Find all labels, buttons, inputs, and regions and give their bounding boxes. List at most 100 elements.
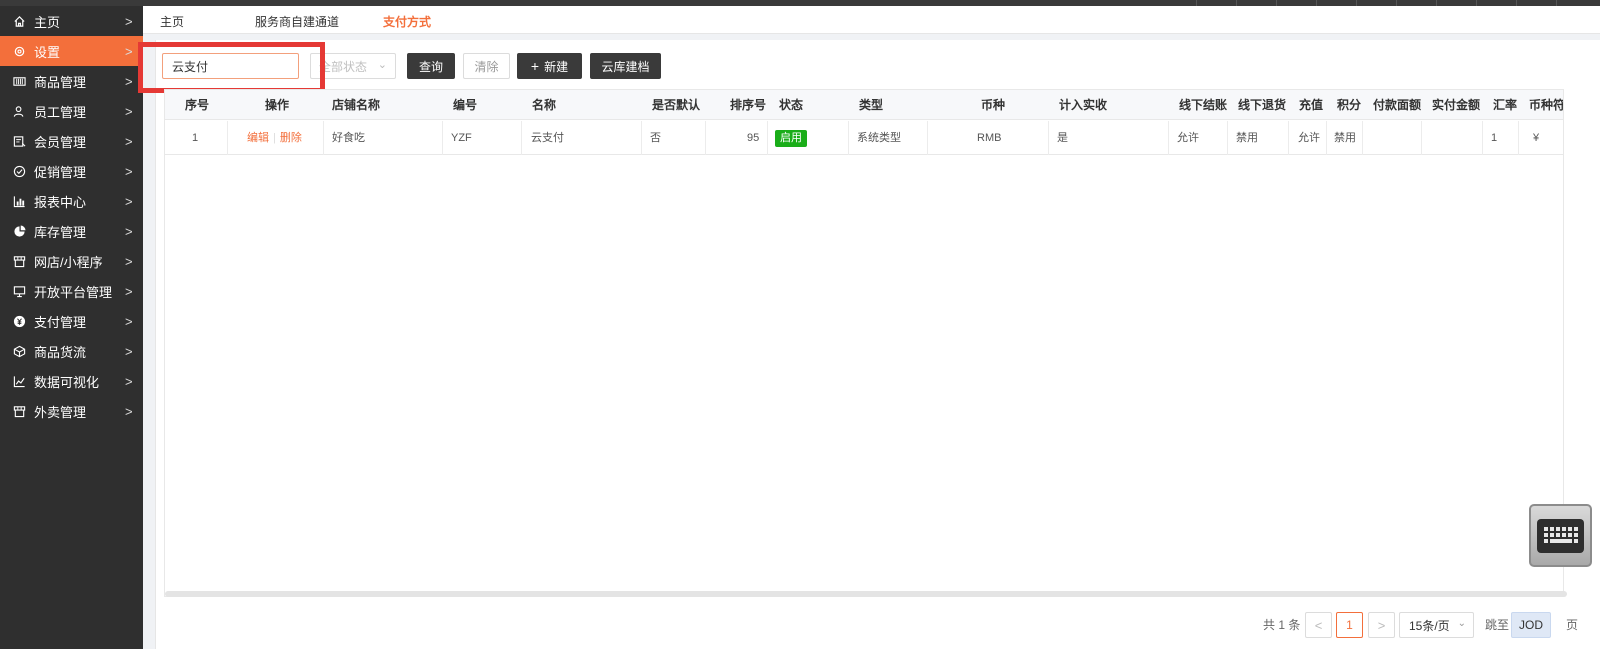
sidebar-item-goods-flow[interactable]: 商品货流 > [0,336,143,366]
page-number-button[interactable]: 1 [1336,612,1363,638]
col-header-currency-symbol: 币种符号 [1529,98,1564,112]
prev-page-button[interactable]: < [1305,612,1332,638]
col-header-type: 类型 [859,98,884,112]
col-header-paid-amount: 实付金额 [1432,98,1481,112]
sidebar-item-label: 商品管理 [34,74,87,90]
cell-default: 否 [650,132,661,144]
tab-bar: 主页 服务商自建通道 支付方式 [143,6,1600,34]
table-header: 序号 操作 店铺名称 编号 名称 是否默认 排序号 状态 类型 币种 计入实收 … [165,90,1564,120]
cell-index: 1 [192,132,199,144]
sidebar-item-inventory[interactable]: 库存管理 > [0,216,143,246]
keyboard-icon-face [1537,518,1584,553]
cell-divider [1518,121,1519,155]
cell-code: YZF [451,132,472,144]
total-count: 共 1 条 [1263,618,1301,632]
action-separator: | [273,132,276,144]
sidebar-item-label: 设置 [34,44,61,60]
cell-divider [1048,121,1049,155]
sidebar-item-members[interactable]: 会员管理 > [0,126,143,156]
chevron-right-icon: > [125,163,133,179]
cell-divider [848,121,849,155]
chevron-right-icon: > [125,103,133,119]
col-header-rate: 汇率 [1493,98,1518,112]
cell-points: 禁用 [1334,132,1356,144]
sidebar-item-products[interactable]: 商品管理 > [0,66,143,96]
store-icon [12,254,26,268]
col-header-face-value: 付款面额 [1373,98,1422,112]
chevron-right-icon: > [125,73,133,89]
cell-divider [1421,121,1422,155]
payment-icon [12,314,26,328]
keyboard-icon[interactable] [1529,504,1592,567]
cell-currency: RMB [977,132,1002,144]
chevron-right-icon: > [125,223,133,239]
sidebar-item-settings[interactable]: 设置 > [0,36,143,66]
col-header-currency: 币种 [981,98,1006,112]
horizontal-scrollbar[interactable] [165,591,1567,597]
cell-divider [1227,121,1228,155]
col-header-code: 编号 [453,98,478,112]
tab-payment-methods[interactable]: 支付方式 [383,13,431,30]
edit-link[interactable]: 编辑 [247,132,269,144]
jump-label: 跳至 [1485,618,1510,632]
sidebar-item-label: 主页 [34,14,61,30]
cell-type: 系统类型 [857,132,901,144]
sidebar-item-takeout[interactable]: 外卖管理 > [0,396,143,426]
sidebar-item-staff[interactable]: 员工管理 > [0,96,143,126]
cell-divider [521,121,522,155]
sidebar-item-label: 会员管理 [34,134,87,150]
cloud-archive-button[interactable]: 云库建档 [590,53,661,79]
sidebar-item-payment[interactable]: 支付管理 > [0,306,143,336]
delete-link[interactable]: 删除 [280,132,302,144]
sidebar-item-label: 报表中心 [34,194,87,210]
sidebar-item-online-store[interactable]: 网店/小程序 > [0,246,143,276]
jump-page-input[interactable]: JOD [1511,612,1551,638]
cell-divider [1168,121,1169,155]
col-header-actions: 操作 [265,98,290,112]
home-icon [12,14,26,28]
sidebar-item-home[interactable]: 主页 > [0,6,143,36]
col-header-offline-checkout: 线下结账 [1179,98,1228,112]
page-number-label: 1 [1346,618,1353,632]
page-size-select[interactable]: 15条/页 ⌄ [1399,612,1474,638]
tab-provider-channel[interactable]: 服务商自建通道 [255,13,339,30]
cell-offline-checkout: 允许 [1177,132,1199,144]
col-header-sort: 排序号 [730,98,767,112]
sidebar: 主页 > 设置 > 商品管理 > 员工管理 > 会员管理 > 促销管理 > 报表… [0,6,143,649]
page-size-label: 15条/页 [1409,618,1450,633]
table-row[interactable]: 1 编辑 | 删除 好食吃 YZF 云支付 否 95 启用 系统类型 RMB 是 允… [165,121,1563,155]
sidebar-item-label: 库存管理 [34,224,87,240]
line-chart-icon [12,374,26,388]
sidebar-item-reports[interactable]: 报表中心 > [0,186,143,216]
query-button-label: 查询 [418,59,443,74]
sidebar-item-label: 员工管理 [34,104,87,120]
chevron-right-icon: > [125,283,133,299]
cell-rate: 1 [1491,132,1498,144]
status-select[interactable]: 全部状态 ⌄ [310,53,396,79]
cell-divider [641,121,642,155]
search-input[interactable] [162,53,299,79]
sidebar-item-label: 商品货流 [34,344,87,360]
sidebar-item-promotions[interactable]: 促销管理 > [0,156,143,186]
cell-divider [323,121,324,155]
col-header-name: 名称 [532,98,557,112]
chevron-down-icon: ⌄ [1457,618,1466,629]
monitor-icon [12,284,26,298]
col-header-default: 是否默认 [652,98,701,112]
cell-store: 好食吃 [332,132,365,144]
tab-home[interactable]: 主页 [160,13,184,30]
cell-divider [227,121,228,155]
sidebar-item-open-platform[interactable]: 开放平台管理 > [0,276,143,306]
col-header-count-income: 计入实收 [1059,98,1108,112]
sidebar-item-data-visualization[interactable]: 数据可视化 > [0,366,143,396]
clear-button[interactable]: 清除 [463,53,510,79]
chevron-down-icon: ⌄ [377,59,387,71]
users-icon [12,104,26,118]
col-header-points: 积分 [1337,98,1362,112]
cell-divider [1288,121,1289,155]
next-page-button[interactable]: > [1368,612,1395,638]
cell-divider [927,121,928,155]
query-button[interactable]: 查询 [407,53,455,79]
new-button[interactable]: + 新建 [517,53,582,79]
check-circle-icon [12,164,26,178]
